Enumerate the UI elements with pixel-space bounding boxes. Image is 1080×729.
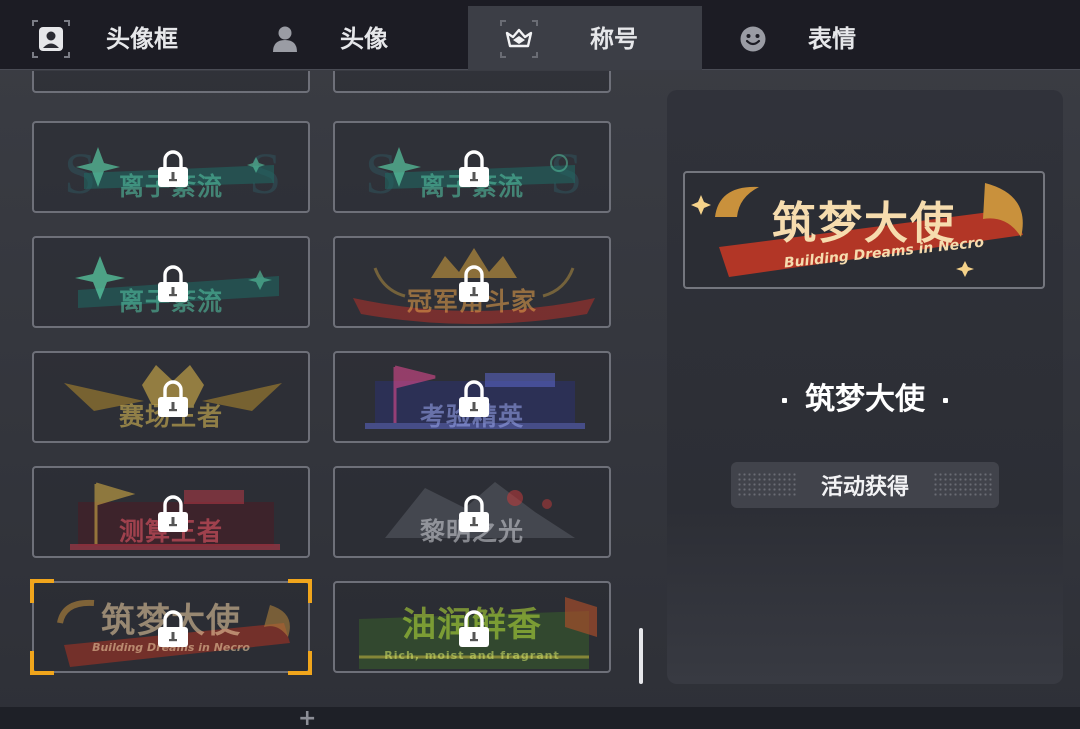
lock-icon	[158, 495, 188, 532]
tab-avatar[interactable]: 头像	[234, 6, 468, 70]
title-card[interactable]: 考验精英	[333, 351, 611, 443]
title-card-partial[interactable]	[32, 71, 310, 93]
scrollbar[interactable]	[639, 628, 643, 684]
title-card[interactable]: S S 离子紊流	[333, 121, 611, 213]
title-name-text: 筑梦大使	[805, 382, 925, 417]
lock-icon	[158, 380, 188, 417]
title-card-partial[interactable]	[333, 71, 611, 93]
smiley-icon	[738, 24, 768, 54]
tab-label: 头像框	[106, 25, 178, 53]
tab-title[interactable]: 称号	[468, 6, 702, 70]
decor-dot	[943, 398, 948, 403]
title-subtitle: Rich, moist and fragrant	[384, 649, 560, 662]
dot-pattern	[933, 472, 993, 498]
title-card[interactable]: 赛场王者	[32, 351, 310, 443]
decor-dot	[782, 398, 787, 403]
lock-icon	[459, 380, 489, 417]
acquire-source-label: 活动获得	[820, 475, 909, 500]
title-name-heading: 筑梦大使	[667, 374, 1063, 418]
tab-emote[interactable]: 表情	[702, 6, 936, 70]
lock-icon	[459, 265, 489, 302]
tab-bar: 头像框 头像 称号 表情	[0, 0, 1080, 70]
title-preview-banner: 筑梦大使 Building Dreams in Necro	[683, 171, 1045, 289]
plus-icon: +	[298, 706, 317, 729]
title-card[interactable]: S S 离子紊流	[32, 121, 310, 213]
title-card[interactable]: 离子紊流	[32, 236, 310, 328]
lock-icon	[158, 265, 188, 302]
tab-label: 表情	[808, 25, 856, 53]
title-card[interactable]: 油润鲜香 Rich, moist and fragrant	[333, 581, 611, 673]
lock-icon	[459, 150, 489, 187]
person-icon	[270, 24, 300, 54]
acquire-source-button[interactable]: 活动获得	[731, 462, 999, 508]
lock-icon	[459, 610, 489, 647]
tab-avatar-frame[interactable]: 头像框	[0, 6, 234, 70]
title-detail-panel: 筑梦大使 Building Dreams in Necro 筑梦大使 活动获得	[667, 90, 1063, 684]
dot-pattern	[737, 472, 797, 498]
tab-label: 称号	[590, 25, 638, 53]
title-card[interactable]: 冠军角斗家	[333, 236, 611, 328]
avatar-frame-icon	[32, 20, 70, 58]
bottom-background	[0, 707, 1080, 729]
lock-icon	[158, 150, 188, 187]
title-crown-icon	[500, 20, 538, 58]
title-card[interactable]: 黎明之光	[333, 466, 611, 558]
selection-highlight	[30, 579, 312, 675]
title-card[interactable]: 测算王者	[32, 466, 310, 558]
lock-icon	[459, 495, 489, 532]
tab-label: 头像	[340, 25, 388, 53]
